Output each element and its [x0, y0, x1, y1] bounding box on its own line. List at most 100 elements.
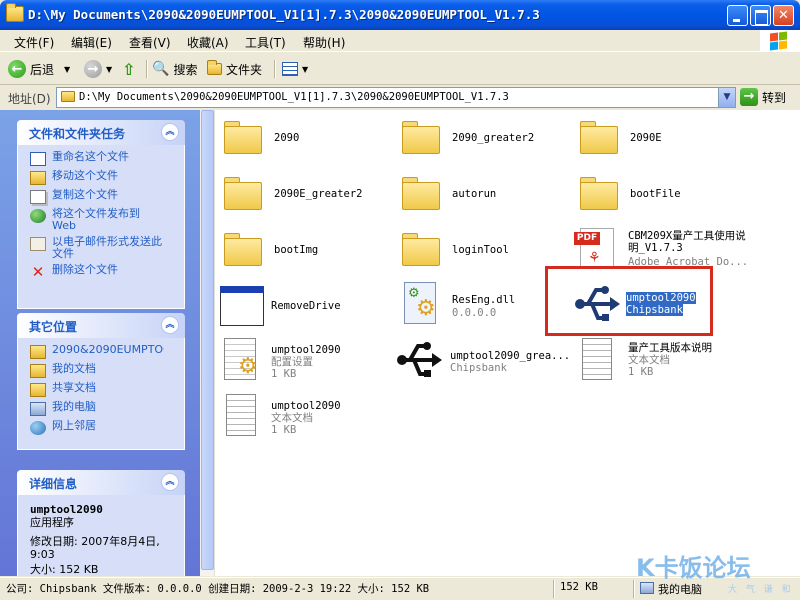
tasks-panel-header[interactable]: 文件和文件夹任务 ︽ [17, 120, 185, 145]
task-move[interactable]: 移动这个文件 [30, 170, 178, 185]
title-bar: D:\My Documents\2090&2090EUMPTOOL_V1[1].… [0, 0, 800, 30]
window-title: D:\My Documents\2090&2090EUMPTOOL_V1[1].… [28, 7, 540, 22]
up-folder-icon: ⇧ [122, 59, 136, 79]
other-places-title: 其它位置 [29, 320, 78, 334]
task-email[interactable]: 以电子邮件形式发送此文件 [30, 236, 178, 260]
folder-icon [30, 364, 46, 378]
close-button[interactable]: ✕ [773, 5, 794, 26]
tasks-panel: 文件和文件夹任务 ︽ 重命名这个文件 移动这个文件 复制这个文件 将这个文件发布… [17, 120, 185, 309]
menu-view[interactable]: 查看(V) [129, 34, 171, 51]
address-path: D:\My Documents\2090&2090EUMPTOOL_V1[1].… [79, 91, 509, 103]
file-name: RemoveDrive [271, 300, 341, 312]
back-label: 后退 [30, 62, 55, 77]
folder-icon [578, 118, 622, 158]
address-dropdown-icon[interactable]: ▼ [718, 88, 735, 107]
collapse-icon[interactable]: ︽ [161, 473, 179, 491]
place-parent-folder[interactable]: 2090&2090EUMPTOOL_V [30, 344, 178, 359]
task-copy-label: 复制这个文件 [52, 188, 118, 201]
go-label: 转到 [762, 90, 787, 105]
pdf-icon: PDF ⚘ [574, 226, 618, 268]
email-icon [30, 237, 46, 251]
menu-edit[interactable]: 编辑(E) [71, 34, 112, 51]
place-label: 我的电脑 [52, 400, 96, 413]
scrollbar-thumb[interactable] [201, 110, 214, 570]
up-button[interactable]: ⇧ [122, 58, 135, 80]
menu-favorites[interactable]: 收藏(A) [187, 34, 229, 51]
forum-watermark: K卡饭论坛 [636, 554, 751, 582]
place-my-documents[interactable]: 我的文档 [30, 363, 178, 378]
highlight-box [545, 266, 713, 336]
vertical-scrollbar[interactable] [200, 110, 215, 576]
details-header[interactable]: 详细信息 ︽ [17, 470, 185, 495]
folders-button[interactable]: 文件夹 [207, 58, 262, 80]
file-name: autorun [452, 188, 497, 200]
place-label: 2090&2090EUMPTOOL_V [52, 344, 164, 356]
file-name: umptool2090 [271, 400, 341, 412]
maximize-button[interactable] [750, 5, 771, 26]
file-name: bootImg [274, 244, 319, 256]
detail-name: umptool2090 [30, 503, 103, 516]
file-name: 量产工具版本说明 [628, 342, 712, 354]
other-places-panel: 其它位置 ︽ 2090&2090EUMPTOOL_V 我的文档 共享文档 我的电… [17, 313, 185, 450]
back-arrow-icon: ← [8, 60, 26, 78]
menu-help[interactable]: 帮助(H) [303, 34, 345, 51]
computer-icon [640, 582, 654, 594]
forward-dropdown-icon[interactable]: ▼ [106, 65, 112, 74]
go-arrow-icon: → [740, 88, 758, 106]
task-pane: 文件和文件夹任务 ︽ 重命名这个文件 移动这个文件 复制这个文件 将这个文件发布… [0, 110, 200, 576]
file-version: 0.0.0.0 [452, 307, 497, 319]
address-label: 地址(D) [8, 92, 51, 106]
watermark-slogan: 大 气 谦 和 [728, 585, 794, 595]
place-shared-documents[interactable]: 共享文档 [30, 382, 178, 397]
network-icon [30, 421, 46, 435]
place-my-computer[interactable]: 我的电脑 [30, 401, 178, 416]
file-name: 2090E_greater2 [274, 188, 363, 200]
file-name: 2090_greater2 [452, 132, 535, 144]
rename-icon [30, 152, 46, 166]
collapse-icon[interactable]: ︽ [161, 123, 179, 141]
task-copy[interactable]: 复制这个文件 [30, 189, 178, 204]
collapse-icon[interactable]: ︽ [161, 316, 179, 334]
file-size: 1 KB [628, 366, 654, 378]
file-size: 1 KB [271, 424, 297, 436]
status-location: 我的电脑 [658, 583, 702, 596]
back-button[interactable]: ← 后退 ▼ [8, 58, 70, 80]
folder-icon [578, 174, 622, 214]
other-places-header[interactable]: 其它位置 ︽ [17, 313, 185, 338]
minimize-button[interactable] [727, 5, 748, 26]
file-name: umptool2090 [271, 344, 341, 356]
dll-gear-icon: ⚙ ⚙ [400, 282, 444, 324]
views-button[interactable]: ▼ [282, 58, 308, 80]
views-dropdown-icon: ▼ [302, 64, 309, 74]
task-delete[interactable]: ✕ 删除这个文件 [30, 263, 178, 280]
address-input[interactable]: D:\My Documents\2090&2090EUMPTOOL_V1[1].… [56, 87, 736, 108]
folder-icon [222, 174, 266, 214]
address-bar: 地址(D) D:\My Documents\2090&2090EUMPTOOL_… [0, 86, 800, 110]
task-rename[interactable]: 重命名这个文件 [30, 151, 178, 166]
go-button[interactable]: → 转到 [740, 88, 786, 106]
menu-tools[interactable]: 工具(T) [245, 34, 286, 51]
task-publish[interactable]: 将这个文件发布到Web [30, 208, 178, 232]
file-name: 2090 [274, 132, 300, 144]
forward-arrow-icon: → [84, 60, 102, 78]
place-label: 共享文档 [52, 381, 96, 394]
details-title: 详细信息 [29, 477, 78, 491]
forward-button[interactable]: → ▼ [84, 58, 112, 80]
folders-icon [207, 60, 222, 75]
menu-file[interactable]: 文件(F) [14, 34, 54, 51]
task-delete-label: 删除这个文件 [52, 263, 118, 276]
search-icon: 🔍 [152, 61, 170, 77]
place-network[interactable]: 网上邻居 [30, 420, 178, 435]
search-button[interactable]: 🔍 搜索 [152, 58, 197, 80]
text-file-icon [578, 338, 622, 380]
detail-type: 应用程序 [30, 516, 74, 529]
status-info: 公司: Chipsbank 文件版本: 0.0.0.0 创建日期: 2009-2… [6, 583, 430, 595]
back-dropdown-icon[interactable]: ▼ [64, 65, 70, 74]
settings-file-icon: ⚙ [218, 338, 262, 380]
file-name: ResEng.dll [452, 294, 516, 306]
file-company: Chipsbank [450, 362, 507, 374]
usb-icon [396, 338, 442, 378]
file-size: 1 KB [271, 368, 297, 380]
file-type: 文本文档 [271, 412, 313, 424]
file-type: 配置设置 [271, 356, 313, 368]
